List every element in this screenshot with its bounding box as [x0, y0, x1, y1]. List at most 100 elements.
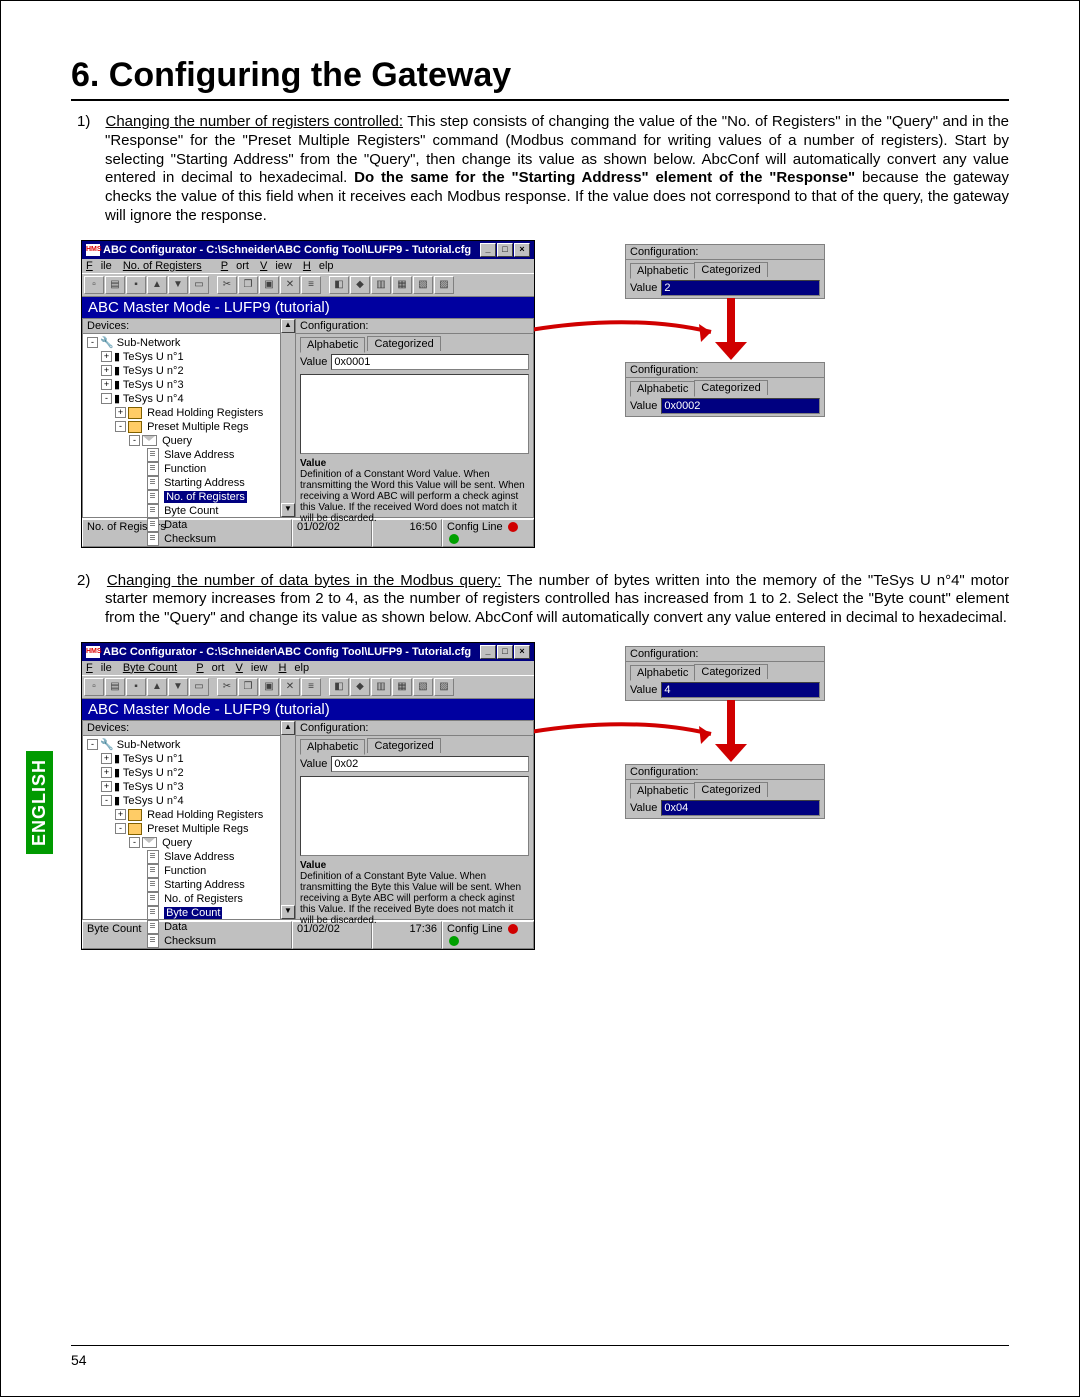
tb-d[interactable]: ▦ [392, 678, 412, 696]
titlebar-1[interactable]: HMS ABC Configurator - C:\Schneider\ABC … [82, 241, 534, 259]
side-value-1b[interactable]: 0x0002 [661, 398, 820, 414]
tb-e[interactable]: ▧ [413, 276, 433, 294]
tab-alphabetic[interactable]: Alphabetic [300, 739, 365, 755]
side-panels-2: Configuration: AlphabeticCategorized Val… [625, 642, 925, 882]
tb-c[interactable]: ▥ [371, 276, 391, 294]
menu-help[interactable]: Help [303, 260, 334, 272]
menu-item[interactable]: Byte Count [123, 662, 185, 674]
tree-scrollbar[interactable]: ▲▼ [280, 721, 295, 919]
value-description-1: Value Definition of a Constant Word Valu… [300, 458, 529, 524]
maximize-button[interactable]: □ [497, 645, 513, 659]
tree-scrollbar[interactable]: ▲▼ [280, 319, 295, 517]
titlebar-2[interactable]: HMS ABC Configurator - C:\Schneider\ABC … [82, 643, 534, 661]
menubar-1[interactable]: File No. of Registers Port View Help [82, 259, 534, 273]
tb-f[interactable]: ▨ [434, 678, 454, 696]
value-input-1[interactable]: 0x0001 [331, 354, 529, 370]
config-listbox-2[interactable] [300, 776, 529, 856]
tb-save[interactable]: ▪ [126, 678, 146, 696]
side-value-1a[interactable]: 2 [661, 280, 820, 296]
tb-up[interactable]: ▲ [147, 276, 167, 294]
tb-c[interactable]: ▥ [371, 678, 391, 696]
step-2-paragraph: 2) Changing the number of data bytes in … [71, 572, 1009, 628]
menu-help[interactable]: Help [278, 662, 309, 674]
tb-b[interactable]: ◆ [350, 276, 370, 294]
down-arrow-1 [711, 298, 751, 362]
config-listbox-1[interactable] [300, 374, 529, 454]
figure-2: HMS ABC Configurator - C:\Schneider\ABC … [71, 642, 1009, 950]
tab-categorized[interactable]: Categorized [367, 738, 440, 753]
minimize-button[interactable]: _ [480, 243, 496, 257]
tb-open[interactable]: ▤ [105, 276, 125, 294]
document-page: 6. Configuring the Gateway 1) Changing t… [0, 0, 1080, 1397]
tb-paste2[interactable]: ▣ [259, 276, 279, 294]
tb-up[interactable]: ▲ [147, 678, 167, 696]
menubar-2[interactable]: File Byte Count Port View Help [82, 661, 534, 675]
tb-sort[interactable]: ≡ [301, 276, 321, 294]
step-2-lead: Changing the number of data bytes in the… [107, 572, 501, 589]
menu-port[interactable]: Port [196, 662, 224, 674]
step-1-number: 1) [77, 113, 101, 132]
tb-save[interactable]: ▪ [126, 276, 146, 294]
tb-paste[interactable]: ▭ [189, 678, 209, 696]
page-number: 54 [71, 1352, 87, 1368]
menu-port[interactable]: Port [221, 260, 249, 272]
menu-item[interactable]: No. of Registers [123, 260, 210, 272]
menu-view[interactable]: View [236, 662, 268, 674]
value-row-2: Value 0x02 [300, 756, 529, 772]
maximize-button[interactable]: □ [497, 243, 513, 257]
step-1-bold: Do the same for the "Starting Address" e… [354, 169, 855, 186]
value-label: Value [300, 758, 327, 770]
devices-tree-2[interactable]: -🔧 Sub-Network +▮ TeSys U n°1 +▮ TeSys U… [83, 736, 295, 951]
tb-a[interactable]: ◧ [329, 276, 349, 294]
minimize-button[interactable]: _ [480, 645, 496, 659]
tb-cut[interactable]: ✂ [217, 276, 237, 294]
side-config-1a: Configuration: AlphabeticCategorized Val… [625, 244, 825, 299]
value-row-1: Value 0x0001 [300, 354, 529, 370]
tb-delete[interactable]: ✕ [280, 678, 300, 696]
tb-b[interactable]: ◆ [350, 678, 370, 696]
close-button[interactable]: × [514, 243, 530, 257]
language-tab: ENGLISH [26, 751, 53, 854]
side-panels-1: Configuration: AlphabeticCategorized Val… [625, 240, 925, 480]
tb-copy[interactable]: ❐ [238, 678, 258, 696]
close-button[interactable]: × [514, 645, 530, 659]
tb-down[interactable]: ▼ [168, 276, 188, 294]
side-value-2a[interactable]: 4 [661, 682, 820, 698]
menu-file[interactable]: File [86, 662, 112, 674]
tb-new[interactable]: ▫ [84, 678, 104, 696]
tab-categorized[interactable]: Categorized [367, 336, 440, 351]
value-input-2[interactable]: 0x02 [331, 756, 529, 772]
tb-a[interactable]: ◧ [329, 678, 349, 696]
tb-copy[interactable]: ❐ [238, 276, 258, 294]
tb-f[interactable]: ▨ [434, 276, 454, 294]
side-config-2b: Configuration: AlphabeticCategorized Val… [625, 764, 825, 819]
config-panel-1: Configuration: Alphabetic Categorized Va… [296, 318, 534, 518]
tb-open[interactable]: ▤ [105, 678, 125, 696]
tb-cut[interactable]: ✂ [217, 678, 237, 696]
tb-paste[interactable]: ▭ [189, 276, 209, 294]
tb-delete[interactable]: ✕ [280, 276, 300, 294]
tb-d[interactable]: ▦ [392, 276, 412, 294]
app-icon: HMS [86, 646, 100, 658]
menu-view[interactable]: View [260, 260, 292, 272]
tb-paste2[interactable]: ▣ [259, 678, 279, 696]
tb-e[interactable]: ▧ [413, 678, 433, 696]
devices-tree-1[interactable]: -🔧 Sub-Network +▮ TeSys U n°1 +▮ TeSys U… [83, 334, 295, 549]
title-rule [71, 99, 1009, 101]
tb-sort[interactable]: ≡ [301, 678, 321, 696]
figure-1: HMS ABC Configurator - C:\Schneider\ABC … [71, 240, 1009, 548]
abc-window-1: HMS ABC Configurator - C:\Schneider\ABC … [81, 240, 535, 548]
footer-rule [71, 1345, 1009, 1346]
toolbar-1: ▫ ▤ ▪ ▲ ▼ ▭ ✂ ❐ ▣ ✕ ≡ ◧ ◆ ▥ ▦ ▧ ▨ [82, 273, 534, 297]
step-2-number: 2) [77, 572, 101, 591]
tb-new[interactable]: ▫ [84, 276, 104, 294]
config-label: Configuration: [296, 721, 533, 736]
tab-alphabetic[interactable]: Alphabetic [300, 337, 365, 353]
menu-file[interactable]: File [86, 260, 112, 272]
side-value-2b[interactable]: 0x04 [661, 800, 820, 816]
status-dot-green [449, 936, 459, 946]
toolbar-2: ▫ ▤ ▪ ▲ ▼ ▭ ✂ ❐ ▣ ✕ ≡ ◧ ◆ ▥ ▦ ▧ ▨ [82, 675, 534, 699]
tb-down[interactable]: ▼ [168, 678, 188, 696]
devices-panel-2: Devices: -🔧 Sub-Network +▮ TeSys U n°1 +… [82, 720, 296, 920]
status-dot-green [449, 534, 459, 544]
